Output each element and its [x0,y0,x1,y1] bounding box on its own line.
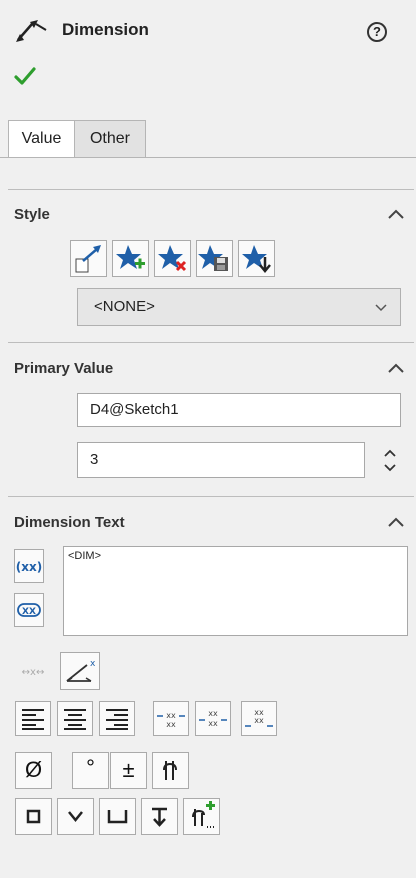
offset-text-icon: x [66,659,96,682]
leader-text-above-button[interactable]: xx xx [153,701,189,736]
dimension-text-field[interactable]: <DIM> [63,546,408,636]
panel-title: Dimension [62,20,149,39]
depth-icon [152,807,167,827]
justify-center-button[interactable] [57,701,93,736]
dimension-text-section-title: Dimension Text [14,514,125,531]
style-select-value: <NONE> [94,298,155,315]
add-parentheses-button[interactable]: (xx) [14,549,44,583]
tab-value[interactable]: Value [8,120,74,158]
style-select[interactable]: <NONE> [77,288,401,326]
degree-symbol-button[interactable]: ° [72,752,109,789]
align-center-icon [64,709,86,730]
svg-text:↔x↔: ↔x↔ [22,667,45,678]
section-divider [8,496,414,497]
tab-other[interactable]: Other [74,120,146,158]
apply-default-icon [75,245,101,273]
value-spin-down-icon[interactable] [383,462,397,474]
offset-text-button[interactable]: x [60,652,100,690]
svg-text:xx: xx [166,711,176,720]
save-style-icon [198,245,228,271]
countersink-symbol-button[interactable] [57,798,94,835]
inspection-icon: XX [17,603,41,617]
leader-text-center-button[interactable]: xx xx [195,701,231,736]
svg-text:xx: xx [208,709,218,718]
section-divider [8,189,414,190]
justify-right-button[interactable] [99,701,135,736]
centerline-icon [163,761,177,780]
help-icon[interactable]: ? [367,22,387,42]
counterbore-icon [107,810,128,824]
style-section-title: Style [14,206,50,223]
apply-default-style-button[interactable] [70,240,107,277]
add-style-button[interactable] [112,240,149,277]
parentheses-icon: (xx) [16,560,42,574]
svg-text:xx: xx [254,716,264,725]
primary-value-section-title: Primary Value [14,360,114,377]
dimension-tool-icon [16,20,47,42]
center-dimension-icon[interactable]: ↔x↔ [16,654,50,688]
justify-left-button[interactable] [15,701,51,736]
collapse-dimension-text-chevron-icon[interactable] [386,515,406,529]
dimension-name-field[interactable]: D4@Sketch1 [77,393,401,427]
load-style-icon [242,245,271,273]
align-right-icon [106,709,128,730]
counterbore-symbol-button[interactable] [99,798,136,835]
more-symbols-icon [192,801,215,828]
diameter-symbol-button[interactable]: Ø [15,752,52,789]
square-symbol-button[interactable] [15,798,52,835]
delete-style-icon [158,245,187,272]
plus-minus-symbol-button[interactable]: ± [110,752,147,789]
ok-checkmark-icon[interactable] [14,66,36,86]
countersink-icon [68,811,83,822]
square-icon [26,809,41,824]
dimension-value-field[interactable]: 3 [77,442,365,478]
collapse-primary-value-chevron-icon[interactable] [386,361,406,375]
add-style-icon [116,245,145,269]
text-below-icon: xx xx [245,708,273,727]
text-center-icon: xx xx [199,709,227,728]
chevron-down-icon [375,304,387,312]
value-spin-up-icon[interactable] [383,447,397,459]
more-symbols-button[interactable] [183,798,220,835]
svg-text:xx: xx [166,720,176,729]
svg-text:x: x [90,659,96,669]
svg-text:(xx): (xx) [16,560,42,574]
delete-style-button[interactable] [154,240,191,277]
depth-symbol-button[interactable] [141,798,178,835]
svg-text:XX: XX [22,607,36,617]
text-above-icon: xx xx [157,711,185,729]
align-left-icon [22,709,44,730]
save-style-button[interactable] [196,240,233,277]
load-style-button[interactable] [238,240,275,277]
leader-text-below-button[interactable]: xx xx [241,701,277,736]
collapse-style-chevron-icon[interactable] [386,207,406,221]
tab-divider [0,157,416,158]
inspection-dimension-button[interactable]: XX [14,593,44,627]
svg-text:xx: xx [208,719,218,728]
section-divider [8,342,414,343]
centerline-symbol-button[interactable] [152,752,189,789]
